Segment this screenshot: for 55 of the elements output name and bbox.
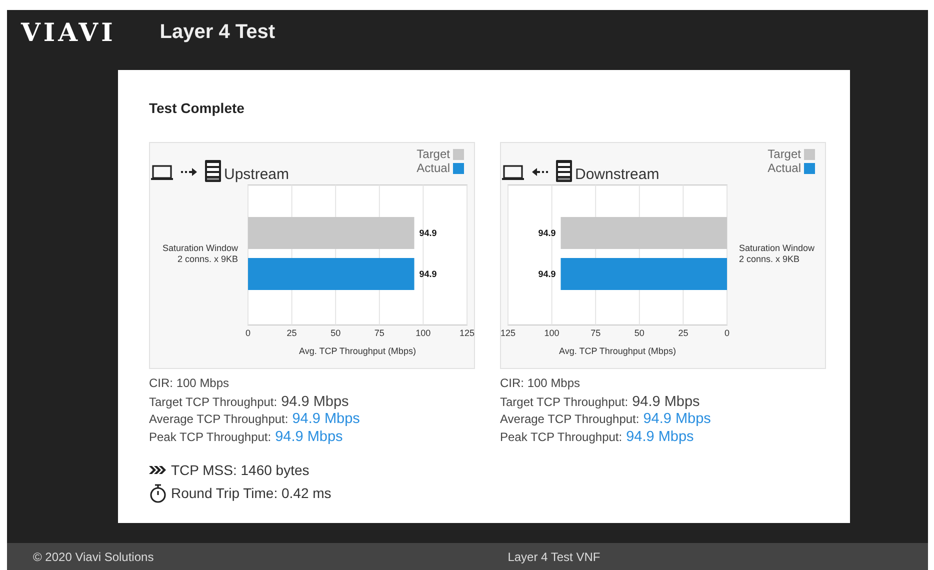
arrow-right-icon xyxy=(180,167,198,177)
stat-label: Target TCP Throughput: xyxy=(500,394,628,408)
tick-label: 75 xyxy=(590,328,601,338)
stat-value: 94.9 Mbps xyxy=(292,411,360,427)
chevrons-icon xyxy=(149,464,167,476)
tick-label: 25 xyxy=(678,328,688,338)
stat-text: CIR: 100 Mbps xyxy=(500,376,582,392)
category-label: Saturation Window 2 conns. x 9KB xyxy=(739,243,815,264)
stopwatch-icon xyxy=(149,482,167,502)
laptop-icon xyxy=(150,163,174,183)
tick-label: 125 xyxy=(459,328,475,338)
arrow-left-icon xyxy=(531,167,549,177)
data-label: 94.9 xyxy=(419,269,437,279)
panel-title: Upstream xyxy=(224,166,290,183)
legend-label: Actual xyxy=(416,161,450,175)
axis-title: Avg. TCP Throughput (Mbps) xyxy=(559,346,676,356)
data-label: 94.9 xyxy=(538,269,556,279)
stat-label: Average TCP Throughput: xyxy=(500,412,640,426)
category-label: Saturation Window 2 conns. x 9KB xyxy=(162,243,238,264)
stat-value: 94.9 Mbps xyxy=(281,394,349,410)
tick-label: 0 xyxy=(724,328,730,338)
card-heading: Test Complete xyxy=(149,100,246,116)
data-label: 94.9 xyxy=(419,228,437,238)
stat-label: Target TCP Throughput: xyxy=(149,394,278,408)
stat-label: Peak TCP Throughput: xyxy=(149,430,272,444)
tick-label: 100 xyxy=(416,328,431,338)
server-icon xyxy=(204,159,222,183)
tick-label: 125 xyxy=(501,328,516,338)
axis-title: Avg. TCP Throughput (Mbps) xyxy=(299,346,416,356)
legend-label: Target xyxy=(768,147,801,161)
stat-label: Peak TCP Throughput: xyxy=(500,430,622,444)
tick-label: 100 xyxy=(544,328,560,338)
data-label: 94.9 xyxy=(538,228,556,238)
stat-value: 94.9 Mbps xyxy=(643,411,711,427)
tick-label: 0 xyxy=(246,328,250,338)
footer-title: Layer 4 Test VNF xyxy=(508,550,600,564)
logo: VIAVI xyxy=(21,20,116,44)
laptop-icon xyxy=(501,163,525,183)
server-icon xyxy=(555,159,573,183)
stat-value: 94.9 Mbps xyxy=(626,428,694,444)
tick-label: 50 xyxy=(634,328,644,338)
app-title: Layer 4 Test xyxy=(160,20,276,44)
tick-label: 25 xyxy=(286,328,297,338)
info-text: Round Trip Time: 0.42 ms xyxy=(171,484,332,500)
legend-label: Target xyxy=(416,147,450,161)
stat-value: 94.9 Mbps xyxy=(632,394,700,410)
info-text: TCP MSS: 1460 bytes xyxy=(171,462,310,478)
stat-label: Average TCP Throughput: xyxy=(149,412,288,426)
legend-label: Actual xyxy=(768,161,801,175)
stat-text: CIR: 100 Mbps xyxy=(149,376,230,392)
panel-title: Downstream xyxy=(575,166,660,183)
copyright-text: © 2020 Viavi Solutions xyxy=(33,550,154,564)
tick-label: 50 xyxy=(330,328,341,338)
tick-label: 75 xyxy=(374,328,384,338)
stat-value: 94.9 Mbps xyxy=(275,428,343,444)
